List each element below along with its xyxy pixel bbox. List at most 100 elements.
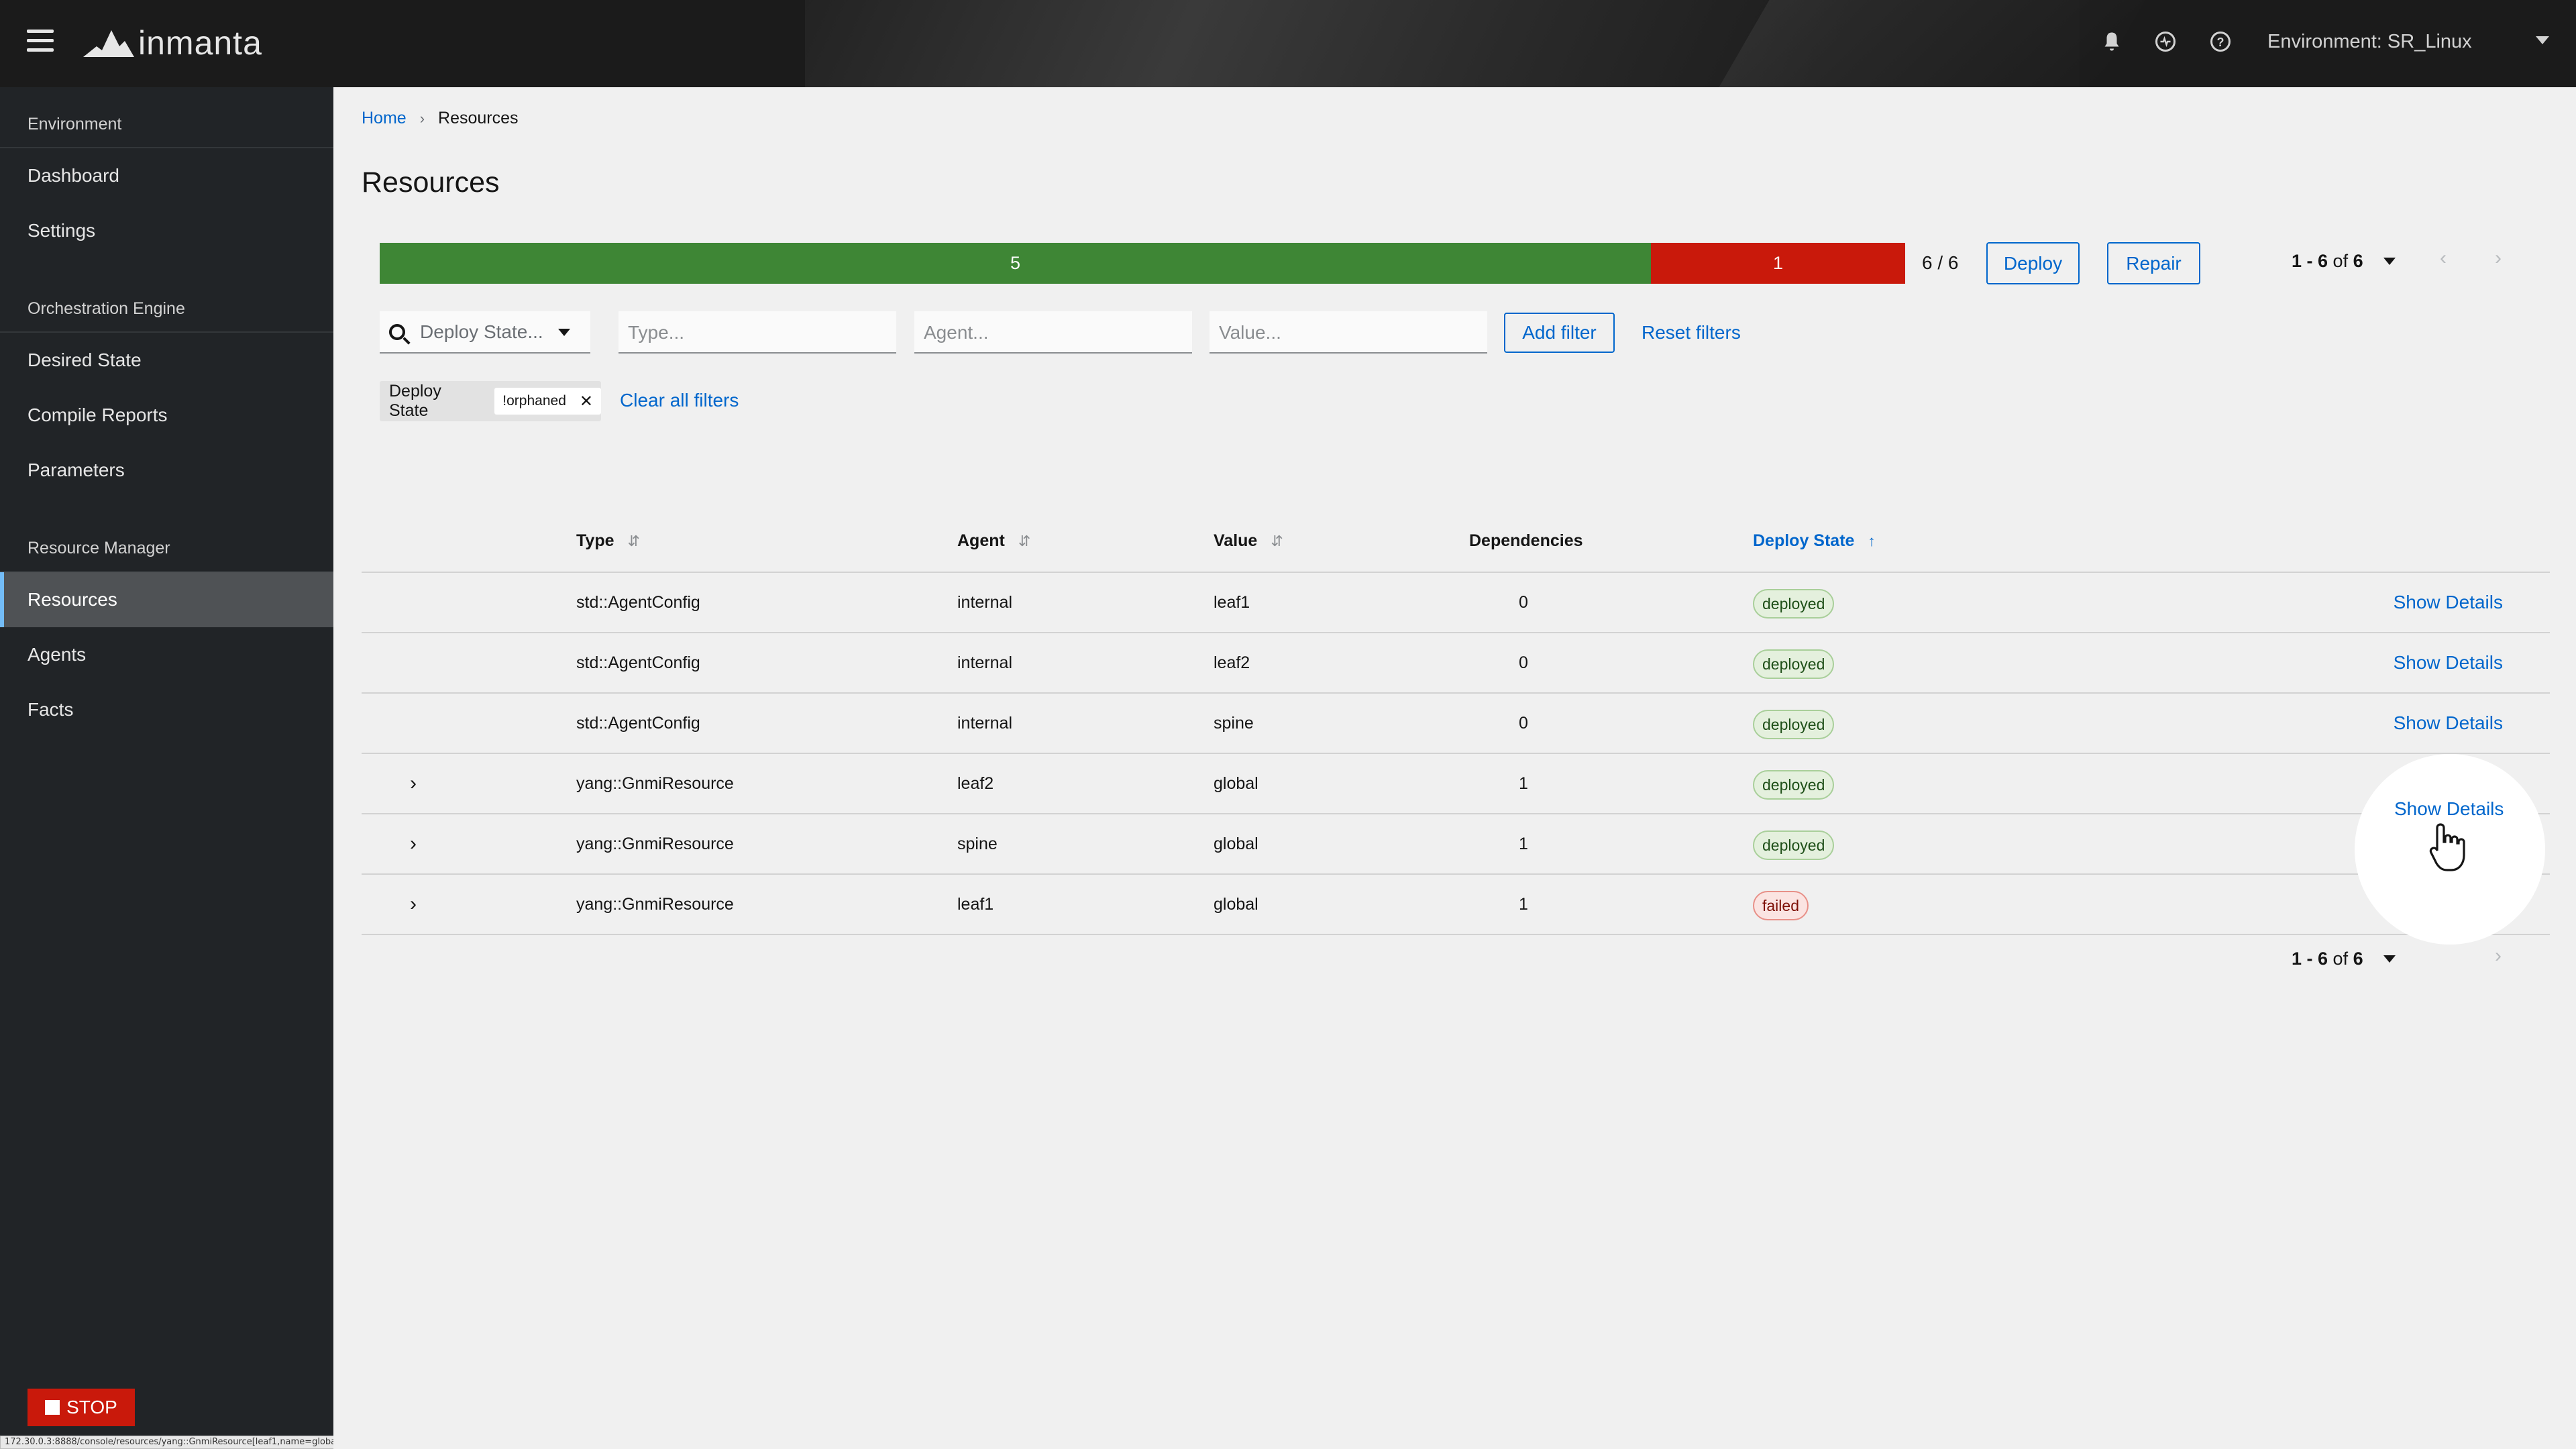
- stop-icon: [45, 1400, 60, 1415]
- cell-type: std::AgentConfig: [576, 593, 700, 612]
- column-header-deploy-state[interactable]: Deploy State ↑: [1753, 531, 1875, 551]
- pagination-total: 6: [2353, 949, 2363, 969]
- pagination-range: 1 - 6: [2292, 949, 2328, 969]
- deployed-count: 5: [1010, 253, 1020, 273]
- cell-dependencies: 0: [1519, 714, 1528, 733]
- deploy-button[interactable]: Deploy: [1986, 242, 2080, 284]
- add-filter-button[interactable]: Add filter: [1504, 313, 1615, 353]
- breadcrumb-home-link[interactable]: Home: [362, 109, 407, 128]
- cell-type: yang::GnmiResource: [576, 895, 734, 914]
- sort-icon: ⇵: [1271, 532, 1283, 549]
- sidebar-item-resources[interactable]: Resources: [0, 572, 333, 627]
- expand-row-chevron-icon[interactable]: ›: [410, 814, 417, 873]
- sidebar-item-agents[interactable]: Agents: [0, 627, 333, 682]
- filter-chip: !orphaned ✕: [494, 388, 601, 415]
- table-header: Type ⇵ Agent ⇵ Value ⇵ Dependencies Deploy …: [362, 510, 2550, 573]
- next-page-icon[interactable]: ›: [2495, 247, 2502, 270]
- sidebar-item-dashboard[interactable]: Dashboard: [0, 148, 333, 203]
- pagination-of: of: [2332, 949, 2349, 969]
- expand-row-chevron-icon[interactable]: ›: [410, 754, 417, 813]
- cell-dependencies: 0: [1519, 593, 1528, 612]
- chevron-down-icon: [2383, 955, 2396, 963]
- cell-type: std::AgentConfig: [576, 653, 700, 672]
- cell-value: spine: [1214, 714, 1254, 733]
- stop-label: STOP: [66, 1397, 117, 1417]
- cell-agent: internal: [957, 593, 1012, 612]
- reset-filters-button[interactable]: Reset filters: [1642, 322, 1741, 343]
- cell-agent: internal: [957, 653, 1012, 672]
- chevron-down-icon: [2383, 258, 2396, 265]
- pagination-of: of: [2332, 251, 2349, 271]
- sidebar: Environment Dashboard Settings Orchestra…: [0, 87, 333, 1449]
- status-badge: deployed: [1753, 589, 1835, 619]
- sidebar-section-environment: Environment: [0, 87, 333, 148]
- clear-all-filters-link[interactable]: Clear all filters: [620, 390, 739, 411]
- close-icon[interactable]: ✕: [580, 392, 593, 411]
- cell-value: global: [1214, 895, 1258, 914]
- sidebar-item-parameters[interactable]: Parameters: [0, 443, 333, 498]
- pagination-top[interactable]: 1 - 6 of 6: [2292, 251, 2396, 272]
- table-row: std::AgentConfig internal leaf2 0 deployed Sh…: [362, 633, 2550, 694]
- pagination-bottom[interactable]: 1 - 6 of 6: [2292, 949, 2396, 969]
- cell-dependencies: 1: [1519, 774, 1528, 793]
- bell-icon[interactable]: [2100, 30, 2124, 54]
- failed-segment[interactable]: 1: [1650, 243, 1905, 284]
- show-details-link-highlighted[interactable]: Show Details: [2394, 798, 2504, 820]
- table-row: std::AgentConfig internal spine 0 deployed Sh…: [362, 694, 2550, 754]
- previous-page-icon[interactable]: ‹: [2440, 247, 2447, 270]
- cell-dependencies: 0: [1519, 653, 1528, 672]
- cell-agent: leaf2: [957, 774, 994, 793]
- table-body: std::AgentConfig internal leaf1 0 deployed Sh…: [362, 573, 2550, 935]
- expand-row-chevron-icon[interactable]: ›: [410, 875, 417, 934]
- next-page-icon[interactable]: ›: [2495, 945, 2502, 967]
- show-details-link[interactable]: Show Details: [2394, 694, 2503, 753]
- resources-table: Type ⇵ Agent ⇵ Value ⇵ Dependencies Deploy …: [362, 510, 2550, 935]
- cell-type: yang::GnmiResource: [576, 774, 734, 793]
- pagination-range: 1 - 6: [2292, 251, 2328, 271]
- masthead: inmanta ? Environment: SR_Linux: [0, 0, 2576, 87]
- table-row: ›yang::GnmiResourcespineglobal1deployedS…: [362, 814, 2550, 875]
- svg-text:?: ?: [2217, 36, 2224, 49]
- show-details-link[interactable]: Show Details: [2394, 573, 2503, 632]
- type-filter-input[interactable]: Type...: [619, 311, 896, 354]
- resource-ratio: 6 / 6: [1922, 252, 1959, 273]
- cell-dependencies: 1: [1519, 895, 1528, 914]
- value-filter-input[interactable]: Value...: [1210, 311, 1487, 354]
- chevron-down-icon: [2536, 36, 2549, 44]
- status-dashboard-icon[interactable]: [2153, 30, 2178, 54]
- column-header-value[interactable]: Value ⇵: [1214, 531, 1283, 551]
- stop-button[interactable]: STOP: [28, 1389, 135, 1426]
- hand-pointer-cursor-icon: [2429, 823, 2465, 871]
- cell-value: global: [1214, 774, 1258, 793]
- status-badge: failed: [1753, 891, 1809, 920]
- column-header-agent[interactable]: Agent ⇵: [957, 531, 1030, 551]
- main-content: Home › Resources Resources 5 1 6 / 6 Dep…: [333, 87, 2576, 1449]
- repair-button[interactable]: Repair: [2107, 242, 2200, 284]
- table-row: ›yang::GnmiResourceleaf2global1deployedS…: [362, 754, 2550, 814]
- deploy-state-placeholder: Deploy State...: [420, 321, 543, 342]
- hamburger-menu-icon[interactable]: [27, 30, 54, 52]
- status-badge: deployed: [1753, 649, 1835, 679]
- column-header-dependencies: Dependencies: [1469, 531, 1583, 550]
- environment-selector[interactable]: Environment: SR_Linux: [2267, 27, 2549, 56]
- agent-filter-input[interactable]: Agent...: [914, 311, 1192, 354]
- help-icon[interactable]: ?: [2208, 30, 2233, 54]
- show-details-link[interactable]: Show Details: [2394, 633, 2503, 692]
- deploy-state-filter-select[interactable]: Deploy State...: [380, 311, 590, 354]
- breadcrumb-current: Resources: [438, 109, 519, 127]
- sidebar-item-settings[interactable]: Settings: [0, 203, 333, 258]
- inmanta-logo[interactable]: inmanta: [82, 24, 262, 62]
- chevron-down-icon: [558, 329, 570, 336]
- page-title: Resources: [362, 166, 500, 199]
- search-icon: [389, 323, 405, 340]
- status-badge: deployed: [1753, 770, 1835, 800]
- sort-icon: ⇵: [627, 532, 640, 549]
- header-background-accent: [1719, 0, 2145, 87]
- sidebar-item-compile-reports[interactable]: Compile Reports: [0, 388, 333, 443]
- column-header-type[interactable]: Type ⇵: [576, 531, 640, 551]
- deployed-segment[interactable]: 5: [380, 243, 1651, 284]
- cell-type: std::AgentConfig: [576, 714, 700, 733]
- sidebar-item-facts[interactable]: Facts: [0, 682, 333, 737]
- sidebar-item-desired-state[interactable]: Desired State: [0, 333, 333, 388]
- cell-type: yang::GnmiResource: [576, 835, 734, 853]
